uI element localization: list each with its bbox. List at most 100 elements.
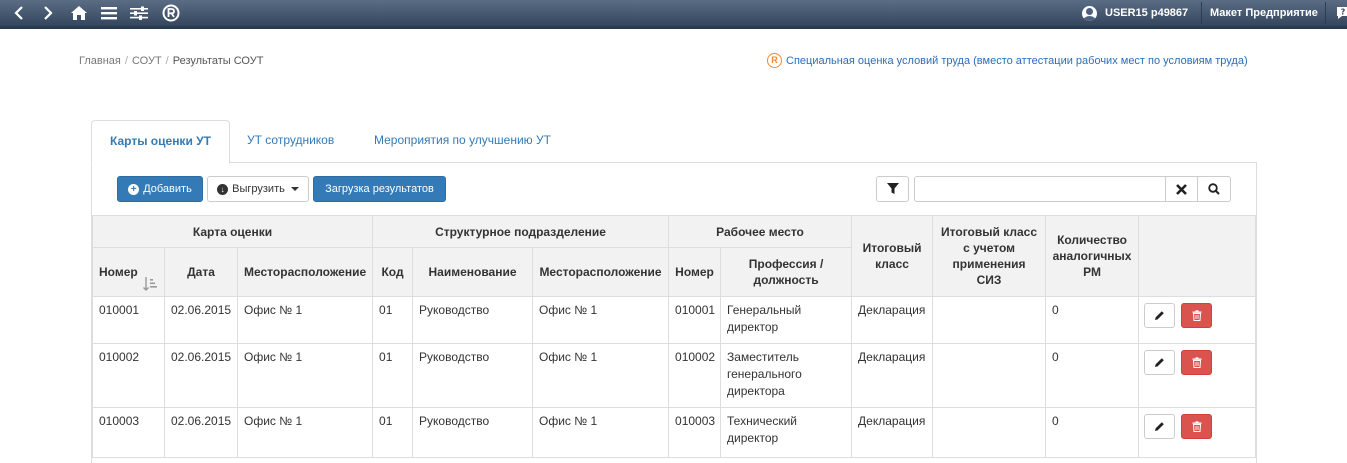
header-date[interactable]: Дата [164,247,238,297]
cell-wp-number: 010001 [668,296,722,344]
export-dropdown-button[interactable]: ↓ Выгрузить [207,176,309,202]
edit-button[interactable] [1144,303,1176,328]
user-avatar-icon [1082,5,1097,21]
pencil-icon [1155,358,1164,367]
export-button-label: Выгрузить [232,183,285,195]
cell-name: Руководство [412,296,534,344]
download-icon: ↓ [217,183,229,195]
registered-icon[interactable] [160,3,182,23]
cell-similar: 0 [1045,343,1140,408]
caret-down-icon [290,187,299,191]
header-code[interactable]: Код [372,247,414,297]
header-actions [1138,215,1257,297]
cell-code: 01 [372,407,414,458]
cell-final-class: Декларация [851,343,934,408]
delete-button[interactable] [1181,350,1213,375]
search-button[interactable] [1197,176,1231,202]
edit-button[interactable] [1144,350,1176,375]
search-input[interactable] [914,176,1166,202]
home-icon[interactable] [68,3,90,23]
cell-final-class: Декларация [851,407,934,458]
forward-icon[interactable] [37,3,59,23]
pencil-icon [1155,422,1164,431]
table-row[interactable]: 010001 02.06.2015 Офис № 1 01 Руководств… [92,296,1257,344]
cell-number: 010003 [92,407,165,458]
trash-icon [1192,357,1202,368]
cell-location: Офис № 1 [236,407,374,458]
trash-icon [1192,310,1202,321]
registered-icon: R [767,53,782,68]
header-similar-count: Количество аналогичных РМ [1045,215,1140,297]
tab-employees[interactable]: УТ сотрудников [247,120,334,162]
sout-info-link[interactable]: R Специальная оценка условий труда (вмес… [767,53,1248,68]
table-row[interactable]: 010003 02.06.2015 Офис № 1 01 Руководств… [92,407,1257,458]
header-number-label: Номер [99,265,138,279]
header-profession[interactable]: Профессия / должность [720,247,853,297]
header-number[interactable]: Номер [92,247,165,297]
breadcrumb-current: Результаты СОУТ [172,55,264,67]
cell-profession: Заместитель генерального директора [720,343,853,408]
cell-final-class-siz [932,296,1047,344]
header-final-class: Итоговый класс [851,215,934,297]
top-bar: USER15 p49867 Макет Предприятие ? [0,0,1347,29]
cell-wp-number: 010002 [668,343,722,408]
menu-icon[interactable] [98,3,120,23]
cell-similar: 0 [1045,407,1140,458]
settings-sliders-icon[interactable] [128,3,150,23]
cell-actions [1138,296,1257,344]
tab-measures[interactable]: Мероприятия по улучшению УТ [374,120,551,162]
cell-actions [1138,343,1257,408]
results-table: Карта оценки Структурное подразделение Р… [91,215,1257,458]
cell-actions [1138,407,1257,458]
header-location[interactable]: Месторасположение [236,247,374,297]
header-wp-number[interactable]: Номер [668,247,722,297]
chat-help-icon[interactable]: ? [1335,5,1347,21]
header-card-group: Карта оценки [91,215,374,248]
breadcrumb-home[interactable]: Главная [79,55,121,67]
topbar-divider [1325,2,1326,24]
sout-link-label: Специальная оценка условий труда (вместо… [786,54,1248,67]
upload-results-button[interactable]: Загрузка результатов [313,176,446,202]
search-icon [1208,183,1220,195]
filter-icon [886,183,899,194]
cell-unit-location: Офис № 1 [532,407,670,458]
add-button[interactable]: + Добавить [117,176,203,202]
delete-button[interactable] [1181,303,1213,328]
trash-icon [1192,421,1202,432]
clear-search-button[interactable] [1165,176,1198,202]
header-workplace-group: Рабочее место [668,215,853,248]
pencil-icon [1155,311,1164,320]
header-name[interactable]: Наименование [412,247,534,297]
cell-similar: 0 [1045,296,1140,344]
breadcrumb-sout[interactable]: СОУТ [132,55,162,67]
upload-button-label: Загрузка результатов [325,183,434,195]
org-name[interactable]: Макет Предприятие [1210,0,1318,26]
cell-final-class-siz [932,407,1047,458]
cell-final-class: Декларация [851,296,934,344]
cell-code: 01 [372,343,414,408]
cell-date: 02.06.2015 [164,343,238,408]
edit-button[interactable] [1144,414,1176,439]
topbar-divider [1201,2,1202,24]
table-row[interactable]: 010002 02.06.2015 Офис № 1 01 Руководств… [92,343,1257,408]
cell-unit-location: Офис № 1 [532,343,670,408]
cell-location: Офис № 1 [236,296,374,344]
sort-ascending-icon[interactable] [143,277,158,291]
delete-button[interactable] [1181,414,1213,439]
close-icon [1176,183,1187,195]
cell-wp-number: 010003 [668,407,722,458]
header-unit-location[interactable]: Месторасположение [532,247,670,297]
header-unit-group: Структурное подразделение [372,215,670,248]
header-final-class-siz: Итоговый класс с учетом применения СИЗ [932,215,1047,297]
cell-date: 02.06.2015 [164,407,238,458]
svg-text:?: ? [1341,8,1346,17]
cell-date: 02.06.2015 [164,296,238,344]
filter-button[interactable] [876,176,909,202]
cell-unit-location: Офис № 1 [532,296,670,344]
back-icon[interactable] [8,3,30,23]
cell-number: 010002 [92,343,165,408]
cell-profession: Технический директор [720,407,853,458]
tab-cards[interactable]: Карты оценки УТ [91,120,230,164]
cell-code: 01 [372,296,414,344]
user-menu[interactable]: USER15 p49867 [1082,0,1188,26]
